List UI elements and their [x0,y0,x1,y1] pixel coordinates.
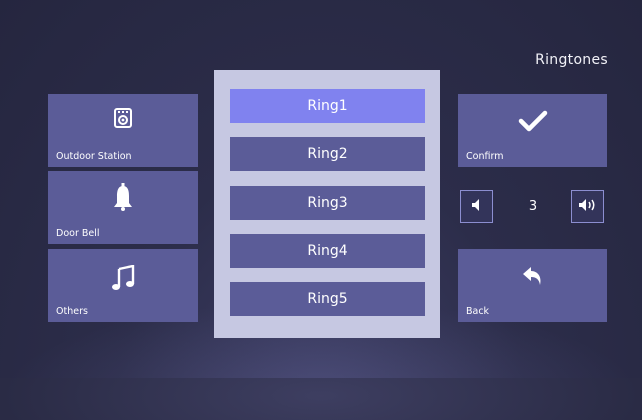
volume-up-button[interactable] [571,190,604,223]
volume-level: 3 [528,199,538,214]
checkmark-icon [518,110,548,132]
ringtone-label: Ring4 [307,243,348,259]
confirm-button[interactable]: Confirm [458,94,607,167]
menu-item-label: Others [56,306,88,317]
confirm-label: Confirm [466,151,504,162]
menu-item-label: Outdoor Station [56,151,132,162]
volume-down-icon [470,197,484,216]
ringtone-item-ring1[interactable]: Ring1 [230,89,425,123]
volume-down-button[interactable] [460,190,493,223]
ringtone-label: Ring5 [307,291,348,307]
ringtone-label: Ring2 [307,146,348,162]
ringtone-label: Ring3 [307,195,348,211]
menu-item-outdoor-station[interactable]: Outdoor Station [48,94,198,167]
back-arrow-icon [521,265,545,289]
ringtone-item-ring2[interactable]: Ring2 [230,137,425,171]
bell-icon [113,183,133,211]
page-title: Ringtones [535,52,608,68]
back-label: Back [466,306,490,317]
music-note-icon [111,265,135,291]
ringtone-item-ring5[interactable]: Ring5 [230,282,425,316]
back-button[interactable]: Back [458,249,607,322]
menu-item-others[interactable]: Others [48,249,198,322]
menu-item-label: Door Bell [56,228,100,239]
ringtone-list-panel: Ring1 Ring2 Ring3 Ring4 Ring5 [214,70,440,338]
ringtone-item-ring4[interactable]: Ring4 [230,234,425,268]
volume-up-icon [578,197,598,216]
outdoor-station-icon [114,108,132,128]
menu-item-door-bell[interactable]: Door Bell [48,171,198,244]
ringtone-item-ring3[interactable]: Ring3 [230,186,425,220]
ringtone-label: Ring1 [307,98,348,114]
